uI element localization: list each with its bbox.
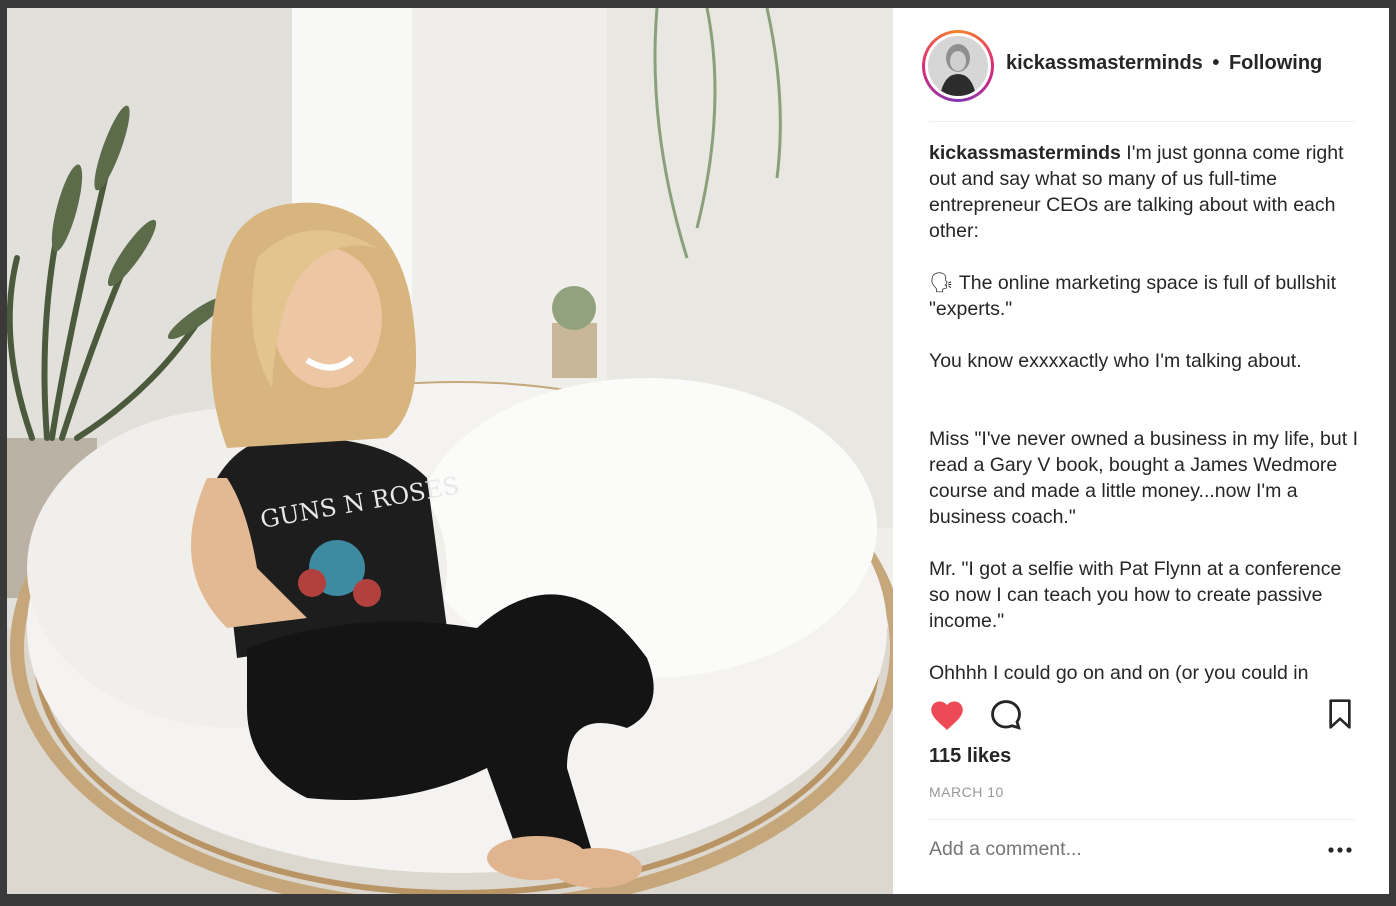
action-bar: [929, 698, 1359, 738]
caption-paragraph: 🗣 The online marketing space is full of …: [929, 272, 1337, 320]
caption-paragraph: Miss "I've never owned a business in my …: [929, 428, 1358, 528]
bookmark-icon[interactable]: [1325, 698, 1355, 735]
post-date: MARCH 10: [929, 784, 1004, 800]
caption-username-link[interactable]: kickassmasterminds: [929, 142, 1121, 164]
comment-bubble-icon[interactable]: [989, 698, 1023, 737]
caption-paragraph: Mr. "I got a selfie with Pat Flynn at a …: [929, 558, 1342, 632]
avatar-image: [928, 36, 988, 96]
likes-count[interactable]: 115 likes: [929, 745, 1011, 768]
story-ring[interactable]: [922, 30, 994, 102]
following-button[interactable]: Following: [1229, 52, 1322, 74]
comment-input[interactable]: [929, 838, 1289, 861]
caption: kickassmasterminds I'm just gonna come r…: [929, 140, 1359, 685]
post-header: kickassmasterminds • Following: [893, 8, 1389, 121]
post-sidebar: kickassmasterminds • Following kickassma…: [893, 8, 1389, 894]
caption-paragraph: kickassmasterminds I'm just gonna come r…: [929, 140, 1359, 244]
header-divider: [929, 121, 1355, 122]
post-author: kickassmasterminds • Following: [1006, 52, 1322, 75]
caption-paragraph: Ohhhh I could go on and on (or you could…: [929, 662, 1309, 684]
heart-icon[interactable]: [929, 698, 965, 737]
ellipsis-icon[interactable]: [1328, 842, 1352, 860]
post-modal: GUNS N ROSES kickassmasterminds • Follow…: [7, 8, 1389, 894]
post-photo[interactable]: GUNS N ROSES: [7, 8, 893, 894]
username-link[interactable]: kickassmasterminds: [1006, 52, 1203, 74]
post-photo-image: GUNS N ROSES: [7, 8, 893, 894]
comment-divider: [929, 819, 1355, 820]
avatar[interactable]: [928, 36, 988, 96]
separator-dot: •: [1212, 52, 1220, 74]
caption-paragraph: You know exxxxactly who I'm talking abou…: [929, 350, 1302, 372]
